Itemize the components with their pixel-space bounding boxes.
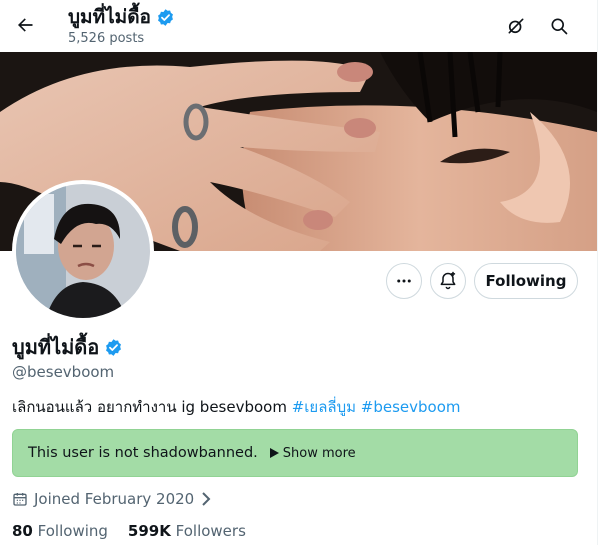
more-dots-icon — [397, 279, 411, 283]
bio-text: เลิกนอนแล้ว อยากทำงาน ig besevboom — [12, 398, 292, 416]
shadowban-notice: This user is not shadowbanned. Show more — [12, 429, 578, 477]
followers-label: Followers — [175, 522, 246, 540]
verified-badge-icon[interactable] — [104, 338, 123, 357]
chevron-right-icon — [202, 492, 211, 506]
profile-handle: @besevboom — [12, 363, 115, 381]
grok-button[interactable] — [500, 10, 532, 42]
notice-text: This user is not shadowbanned. — [28, 445, 258, 461]
followers-link[interactable]: 599K Followers — [128, 522, 246, 540]
header-title: บูมที่ไม่ดื้อ — [68, 5, 175, 29]
profile-avatar[interactable] — [12, 180, 154, 322]
bell-plus-icon — [440, 271, 456, 290]
joined-date[interactable]: Joined February 2020 — [12, 490, 212, 508]
following-label: Following — [37, 522, 108, 540]
more-button[interactable] — [386, 263, 422, 299]
show-more-button[interactable]: Show more — [269, 445, 356, 461]
scrollbar[interactable] — [597, 0, 615, 545]
posts-count: 5,526 posts — [68, 31, 145, 46]
search-button[interactable] — [543, 10, 575, 42]
search-icon — [551, 18, 568, 35]
following-count: 80 — [12, 522, 33, 540]
followers-count: 599K — [127, 522, 171, 540]
bio-hashtag[interactable]: #besevboom — [361, 398, 461, 416]
arrow-left-icon — [18, 18, 33, 32]
avatar-photo — [16, 184, 150, 318]
joined-text: Joined February 2020 — [34, 490, 195, 508]
grok-icon — [508, 18, 524, 34]
profile-header-bar: บูมที่ไม่ดื้อ 5,526 posts — [0, 0, 597, 52]
verified-badge-icon — [158, 8, 173, 26]
follow-counts: 80 Following 599K Followers — [12, 522, 246, 540]
following-button[interactable]: Following — [474, 263, 578, 299]
calendar-icon — [13, 493, 27, 506]
notifications-button[interactable] — [430, 263, 466, 299]
profile-bio: เลิกนอนแล้ว อยากทำงาน ig besevboom #เยลล… — [12, 395, 461, 419]
show-more-label: Show more — [282, 445, 356, 461]
following-link[interactable]: 80 Following — [12, 522, 108, 540]
header-display-name: บูมที่ไม่ดื้อ — [68, 6, 151, 28]
profile-name: บูมที่ไม่ดื้อ — [12, 334, 123, 360]
play-triangle-icon — [269, 448, 279, 458]
back-button[interactable] — [8, 8, 42, 42]
profile-display-name: บูมที่ไม่ดื้อ — [12, 335, 100, 359]
bio-hashtag[interactable]: #เยลลี่บูม — [292, 398, 356, 416]
